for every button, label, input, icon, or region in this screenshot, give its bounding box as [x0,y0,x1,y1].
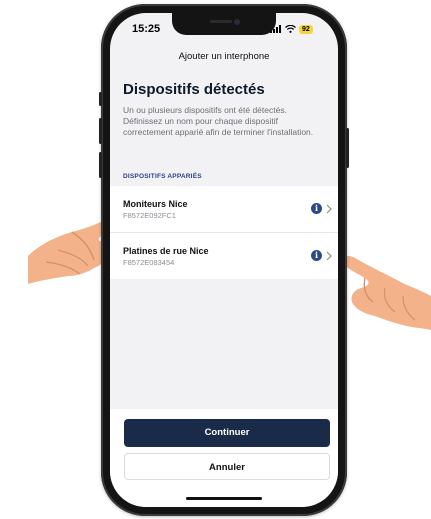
device-row-platines[interactable]: Platines de rue Nice F8572E083454 i [110,233,338,279]
cancel-button[interactable]: Annuler [124,453,330,480]
notch [172,13,276,35]
device-id: F8572E092FC1 [123,211,176,220]
front-camera [234,19,240,25]
device-id: F8572E083454 [123,258,175,267]
chevron-right-icon [326,204,332,214]
volume-down-button [99,152,102,178]
page-description: Un ou plusieurs dispositifs ont été déte… [123,105,314,137]
phone-screen: 15:25 92 Ajouter un interphone Dispositi… [110,13,338,507]
chevron-right-icon [326,251,332,261]
device-list: Moniteurs Nice F8572E092FC1 i Platines d… [110,186,338,279]
volume-up-button [99,118,102,144]
device-name: Moniteurs Nice [123,199,188,209]
info-icon[interactable]: i [311,250,322,261]
device-row-moniteurs[interactable]: Moniteurs Nice F8572E092FC1 i [110,186,338,233]
continue-button[interactable]: Continuer [124,419,330,447]
volume-button [99,92,102,106]
home-indicator [186,497,262,500]
section-title: DISPOSITIFS APPARIÉS [123,173,202,180]
power-button [346,128,349,168]
status-time: 15:25 [132,23,161,35]
info-icon[interactable]: i [311,203,322,214]
battery-indicator: 92 [299,24,313,34]
status-icons: 92 [270,24,313,34]
nav-title: Ajouter un interphone [178,51,270,62]
device-name: Platines de rue Nice [123,246,209,256]
speaker-grille [210,20,232,23]
wifi-icon [285,25,296,33]
page-title: Dispositifs détectés [123,81,265,98]
phone-frame: 15:25 92 Ajouter un interphone Dispositi… [99,4,349,516]
